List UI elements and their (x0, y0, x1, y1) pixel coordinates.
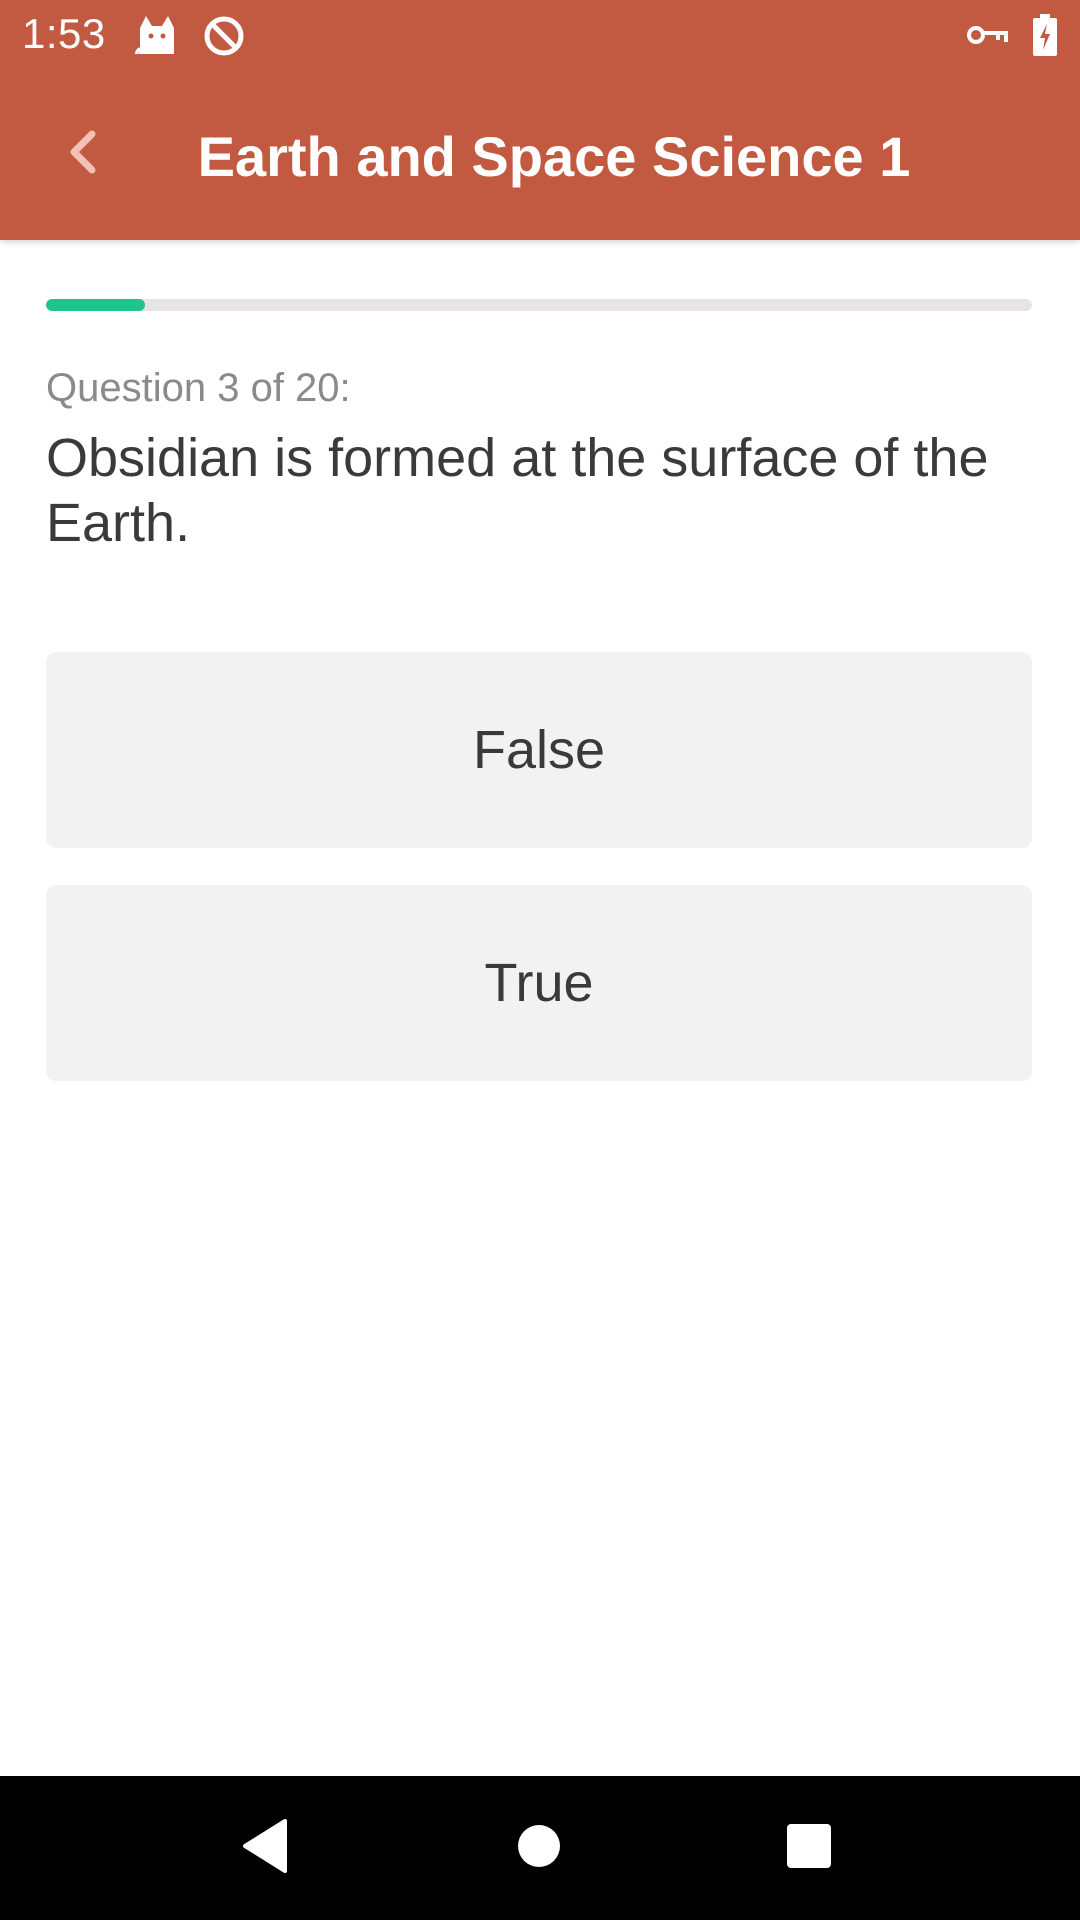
nav-recents-button[interactable] (759, 1798, 859, 1898)
progress-bar (46, 299, 1032, 311)
nav-home-button[interactable] (489, 1798, 589, 1898)
battery-charging-icon (1032, 14, 1058, 61)
navigation-bar (0, 1776, 1080, 1920)
answer-true-button[interactable]: True (46, 885, 1032, 1081)
data-saver-icon (202, 14, 246, 63)
status-time: 1:53 (22, 10, 106, 57)
progress-fill (46, 299, 145, 311)
nav-back-button[interactable] (216, 1798, 316, 1898)
answer-false-button[interactable]: False (46, 652, 1032, 848)
home-circle-icon (516, 1823, 562, 1874)
vpn-key-icon (966, 20, 1010, 55)
recents-square-icon (786, 1823, 832, 1874)
question-counter: Question 3 of 20: (46, 366, 351, 410)
app-bar: Earth and Space Science 1 (0, 72, 1080, 240)
back-triangle-icon (241, 1818, 291, 1878)
status-bar: 1:53 (0, 0, 1080, 72)
page-title: Earth and Space Science 1 (197, 125, 911, 188)
question-text: Obsidian is formed at the surface of the… (46, 428, 989, 553)
top-bar: 1:53 Earth and Space Science 1 (0, 0, 1080, 240)
quiz-screen: 1:53 Earth and Space Science 1 Question … (0, 0, 1080, 1920)
cat-notification-icon (134, 14, 180, 63)
